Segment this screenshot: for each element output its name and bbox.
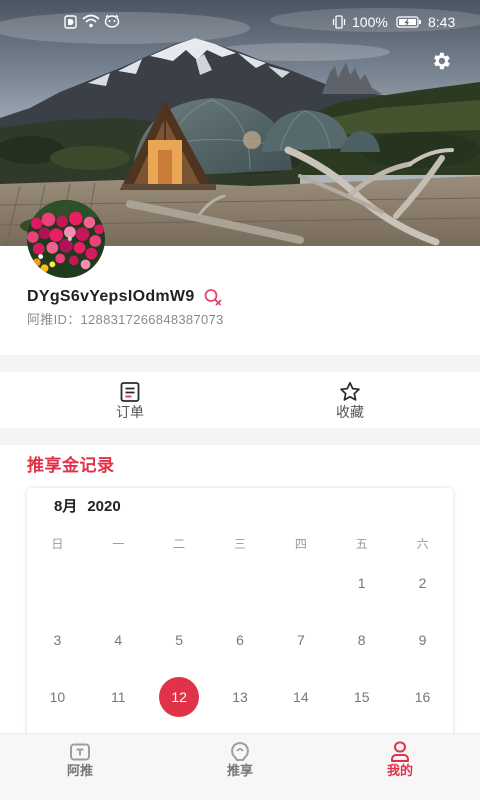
calendar: 8月 2020 日 一 二 三 四 五 六 1 2 3 4 5 6 7 8 9 1… — [27, 488, 453, 750]
weekday-label: 三 — [233, 537, 246, 551]
face-icon — [104, 14, 120, 28]
day-number: 6 — [236, 631, 244, 648]
weekday-label: 五 — [355, 537, 368, 551]
calendar-empty-cell — [149, 554, 210, 611]
calendar-empty-cell — [27, 554, 88, 611]
day-number: 13 — [232, 688, 248, 705]
calendar-week: 3 4 5 6 7 8 9 — [27, 611, 453, 668]
section-divider — [0, 355, 480, 372]
day-number: 11 — [110, 688, 126, 705]
calendar-day[interactable]: 8 — [331, 611, 392, 668]
tv-icon — [70, 743, 90, 761]
bottom-navigation: 阿推 推享 我的 — [0, 733, 480, 800]
battery-icon — [396, 16, 421, 28]
calendar-day[interactable]: 9 — [392, 611, 453, 668]
clock: 8:43 — [428, 14, 456, 30]
wifi-icon — [82, 14, 100, 28]
female-gender-icon — [204, 289, 221, 306]
day-number — [37, 563, 77, 603]
calendar-empty-cell — [88, 554, 149, 611]
avatar[interactable] — [27, 200, 105, 278]
user-icon — [391, 741, 409, 762]
day-number — [159, 563, 199, 603]
calendar-day[interactable]: 11 — [88, 668, 149, 725]
avatar-flowers-photo — [27, 200, 105, 278]
day-number: 2 — [418, 574, 427, 591]
notification-icon — [64, 15, 77, 29]
section-title: 推享金记录 — [27, 456, 115, 475]
calendar-week: 10 11 12 13 14 15 16 — [27, 668, 453, 725]
nav-label: 推享 — [226, 763, 253, 778]
day-number — [98, 563, 138, 603]
day-number: 9 — [418, 631, 427, 648]
username: DYgS6vYepsIOdmW9 — [27, 288, 195, 305]
day-number: 16 — [414, 688, 431, 705]
weekday-label: 四 — [294, 537, 307, 551]
day-number — [281, 563, 321, 603]
weekday-label: 二 — [173, 537, 186, 551]
calendar-day[interactable]: 13 — [210, 668, 271, 725]
day-number: 14 — [293, 688, 309, 705]
calendar-day[interactable]: 7 — [270, 611, 331, 668]
user-id: 阿推ID：1288317266848387073 — [27, 311, 224, 329]
weekday-label: 六 — [416, 537, 429, 551]
user-id-value: 1288317266848387073 — [80, 312, 224, 327]
day-number: 15 — [353, 688, 370, 705]
tab-favorites-label: 收藏 — [336, 404, 364, 420]
battery-percentage: 100% — [352, 14, 388, 30]
username-row: DYgS6vYepsIOdmW9 — [27, 287, 223, 307]
calendar-month: 8月 — [54, 498, 78, 515]
user-id-label: 阿推ID： — [27, 312, 81, 327]
order-icon — [120, 382, 140, 402]
calendar-day[interactable]: 6 — [210, 611, 271, 668]
calendar-grid: 1 2 3 4 5 6 7 8 9 10 11 12 13 14 15 16 — [27, 554, 453, 725]
nav-label: 阿推 — [66, 763, 93, 778]
day-number: 1 — [357, 574, 366, 591]
tab-favorites[interactable]: 收藏 — [290, 372, 410, 428]
calendar-day[interactable]: 16 — [392, 668, 453, 725]
calendar-day[interactable]: 14 — [270, 668, 331, 725]
calendar-day[interactable]: 3 — [27, 611, 88, 668]
day-number: 3 — [53, 631, 62, 648]
star-icon — [340, 381, 360, 401]
calendar-week: 1 2 — [27, 554, 453, 611]
calendar-day[interactable]: 2 — [392, 554, 453, 611]
calendar-weekday-header: 日 一 二 三 四 五 六 — [27, 535, 453, 553]
calendar-empty-cell — [210, 554, 271, 611]
calendar-day[interactable]: 15 — [331, 668, 392, 725]
day-number: 5 — [175, 631, 184, 648]
section-divider — [0, 428, 480, 445]
tab-orders[interactable]: 订单 — [70, 372, 190, 428]
lightbulb-icon — [231, 742, 249, 761]
weekday-label: 一 — [112, 537, 125, 551]
calendar-day[interactable]: 4 — [88, 611, 149, 668]
calendar-day[interactable]: 1 — [331, 554, 392, 611]
day-number: 8 — [357, 631, 366, 648]
calendar-empty-cell — [270, 554, 331, 611]
calendar-year: 2020 — [87, 498, 121, 515]
day-number: 4 — [114, 631, 123, 648]
nav-item-mine[interactable]: 我的 — [320, 734, 480, 800]
nav-item-tuixiang[interactable]: 推享 — [160, 734, 320, 800]
gear-icon[interactable] — [430, 50, 452, 72]
nav-item-atui[interactable]: 阿推 — [0, 734, 160, 800]
vibrate-icon — [332, 15, 346, 29]
day-number: 7 — [296, 631, 305, 648]
status-bar: 100% 8:43 — [0, 0, 480, 44]
nav-label: 我的 — [386, 763, 413, 778]
day-number: 10 — [49, 688, 66, 705]
day-number — [220, 563, 260, 603]
calendar-month-year: 8月 2020 — [54, 497, 121, 517]
weekday-label: 日 — [51, 537, 64, 551]
calendar-day[interactable]: 10 — [27, 668, 88, 725]
calendar-day[interactable]: 5 — [149, 611, 210, 668]
calendar-day[interactable]: 12 — [149, 668, 210, 725]
day-number: 12 — [159, 676, 200, 717]
tab-orders-label: 订单 — [116, 404, 144, 420]
